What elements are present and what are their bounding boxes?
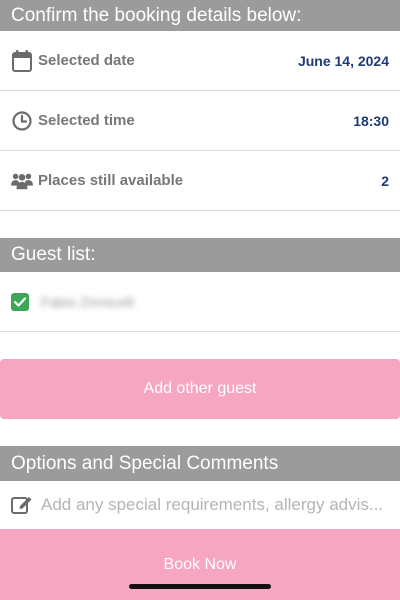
options-header: Options and Special Comments [0, 446, 400, 481]
selected-date-label: Selected date [38, 52, 135, 69]
edit-icon [11, 494, 33, 516]
guest-list-header: Guest list: [0, 238, 400, 272]
selected-time-value: 18:30 [353, 112, 389, 129]
places-available-label: Places still available [38, 172, 184, 189]
booking-details-title: Confirm the booking details below: [11, 4, 302, 26]
guest-list-title: Guest list: [11, 244, 96, 265]
people-icon [11, 170, 33, 192]
places-available-row: Places still available 2 [0, 151, 400, 211]
booking-details-header: Confirm the booking details below: [0, 0, 400, 31]
guest-checkbox[interactable] [11, 292, 29, 311]
selected-date-value: June 14, 2024 [297, 52, 389, 69]
add-guest-button[interactable]: Add other guest [0, 359, 400, 419]
guest-list-item[interactable]: Fabio Zinnicelli [0, 272, 400, 332]
selected-time-label: Selected time [38, 112, 135, 129]
comments-input[interactable] [39, 494, 389, 516]
options-title: Options and Special Comments [11, 452, 279, 474]
guest-name: Fabio Zinnicelli [41, 293, 135, 310]
home-indicator [129, 584, 271, 589]
comments-field[interactable] [0, 481, 400, 529]
clock-icon [11, 110, 33, 132]
selected-date-row: Selected date June 14, 2024 [0, 31, 400, 91]
calendar-icon [11, 49, 33, 72]
book-now-button[interactable]: Book Now [0, 529, 400, 600]
places-available-value: 2 [381, 172, 389, 189]
checkmark-icon [14, 296, 26, 307]
selected-time-row: Selected time 18:30 [0, 91, 400, 151]
